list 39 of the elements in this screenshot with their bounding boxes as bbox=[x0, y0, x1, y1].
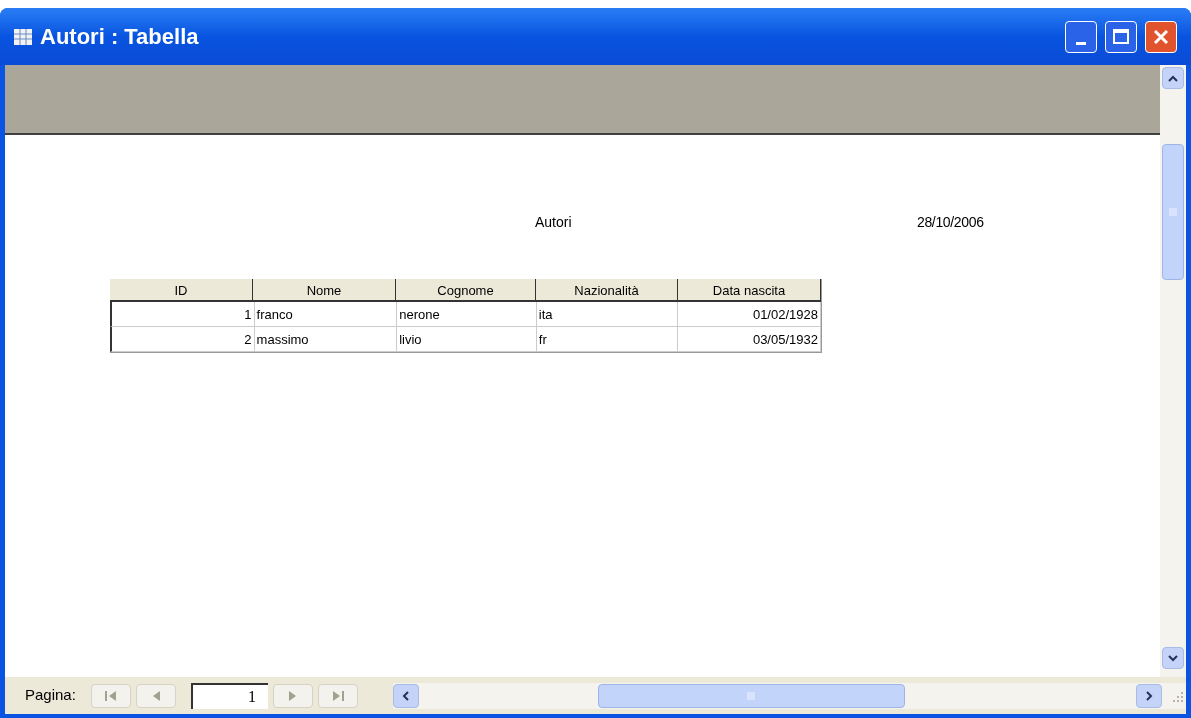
table-cell: 2 bbox=[112, 327, 255, 351]
column-header: Cognome bbox=[396, 279, 536, 300]
scroll-up-button[interactable] bbox=[1162, 67, 1184, 89]
chevron-right-icon bbox=[1145, 690, 1153, 701]
report-title: Autori bbox=[535, 212, 573, 232]
first-icon bbox=[104, 690, 117, 701]
previous-icon bbox=[151, 690, 160, 701]
next-icon bbox=[288, 690, 297, 701]
table-cell: nerone bbox=[397, 302, 537, 326]
window-title: Autori : Tabella bbox=[40, 23, 200, 51]
scroll-right-button[interactable] bbox=[1136, 683, 1162, 708]
page-number-field[interactable]: 1 bbox=[190, 682, 268, 709]
table-cell: massimo bbox=[254, 327, 398, 351]
scroll-left-button[interactable] bbox=[392, 683, 419, 708]
table-cell: livio bbox=[397, 327, 537, 351]
chevron-up-icon bbox=[1168, 74, 1178, 82]
column-header: Data nascita bbox=[678, 279, 821, 300]
minimize-button[interactable] bbox=[1065, 20, 1097, 53]
close-button[interactable] bbox=[1145, 20, 1177, 53]
column-header: Nazionalità bbox=[536, 279, 678, 300]
last-icon bbox=[331, 690, 344, 701]
close-icon bbox=[1153, 28, 1169, 45]
scroll-down-button[interactable] bbox=[1162, 647, 1184, 669]
column-header: ID bbox=[110, 279, 253, 300]
chevron-left-icon bbox=[402, 690, 410, 701]
column-header: Nome bbox=[253, 279, 396, 300]
report-date: 28/10/2006 bbox=[917, 212, 984, 232]
table-icon bbox=[14, 28, 32, 45]
chevron-down-icon bbox=[1168, 654, 1178, 662]
horizontal-scroll-thumb[interactable] bbox=[597, 683, 905, 708]
table-cell: 01/02/1928 bbox=[678, 302, 821, 326]
table-cell: 03/05/1932 bbox=[678, 327, 821, 351]
table-cell: franco bbox=[254, 302, 398, 326]
page-label: Pagina: bbox=[25, 685, 76, 706]
table-cell: fr bbox=[536, 327, 679, 351]
table-cell: 1 bbox=[112, 302, 255, 326]
table-cell: ita bbox=[536, 302, 679, 326]
maximize-button[interactable] bbox=[1105, 20, 1137, 53]
scroll-thumb[interactable] bbox=[1162, 144, 1184, 280]
